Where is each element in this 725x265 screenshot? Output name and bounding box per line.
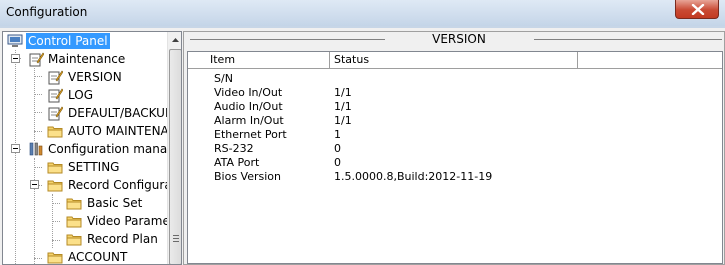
table-row[interactable]: S/N [188, 72, 718, 86]
folder-icon [47, 126, 63, 138]
title-bar[interactable]: Configuration [0, 0, 725, 26]
table-row[interactable]: Ethernet Port 1 [188, 128, 718, 142]
close-icon [691, 4, 705, 15]
notepad-icon [29, 52, 44, 67]
folder-icon [47, 252, 63, 264]
table-row[interactable]: RS-232 0 [188, 142, 718, 156]
window-content: Control Panel Maintenance VERSION LOG DE… [0, 28, 725, 265]
folder-icon [66, 216, 82, 228]
tree-item-label: LOG [68, 88, 94, 102]
tree-item-control-panel[interactable]: Control Panel [3, 32, 169, 50]
status-cell: 0 [334, 142, 341, 155]
tree-item-auto-maintenance[interactable]: AUTO MAINTENAN [3, 122, 178, 140]
folder-icon [66, 198, 82, 210]
status-cell: 1/1 [334, 100, 352, 113]
tree-item-label: AUTO MAINTENAN [68, 124, 178, 138]
scroll-up-button[interactable] [168, 32, 181, 48]
tree-item-label: ACCOUNT [68, 250, 128, 264]
tree-item-video-parameter[interactable]: Video Paramete [3, 212, 181, 230]
tree-item-record-plan[interactable]: Record Plan [3, 230, 169, 248]
collapse-toggle[interactable] [11, 144, 20, 153]
close-button[interactable] [675, 0, 719, 19]
status-cell: 1/1 [334, 86, 352, 99]
tree-item-label: VERSION [68, 70, 122, 84]
status-cell: 1.5.0000.8,Build:2012-11-19 [334, 170, 493, 183]
status-cell: 1 [334, 128, 341, 141]
tree-item-maintenance[interactable]: Maintenance [3, 50, 169, 68]
tree-item-label: Control Panel [26, 33, 110, 49]
tools-icon [29, 142, 43, 156]
table-row[interactable]: Bios Version 1.5.0000.8,Build:2012-11-19 [188, 170, 718, 184]
tree-item-log[interactable]: LOG [3, 86, 169, 104]
tree-item-version[interactable]: VERSION [3, 68, 169, 86]
navigation-tree[interactable]: Control Panel Maintenance VERSION LOG DE… [2, 31, 182, 265]
version-list[interactable]: Item Status S/N Video In/Out 1/1 Audio I… [187, 51, 723, 264]
item-cell: Video In/Out [214, 86, 283, 99]
status-cell: 0 [334, 156, 341, 169]
tree-item-label: Record Configurati [68, 178, 180, 192]
tree-item-account[interactable]: ACCOUNT [3, 248, 169, 264]
tree-item-default-backup[interactable]: DEFAULT/BACKUP [3, 104, 172, 122]
tree-item-label: Record Plan [87, 232, 158, 246]
item-cell: Bios Version [214, 170, 282, 183]
panel-header: VERSION [184, 32, 724, 46]
column-header-status[interactable]: Status [330, 52, 578, 69]
window-title: Configuration [6, 5, 88, 19]
item-cell: ATA Port [214, 156, 260, 169]
table-row[interactable]: Video In/Out 1/1 [188, 86, 718, 100]
tree-item-label: DEFAULT/BACKUP [68, 106, 173, 120]
chevron-up-icon [172, 38, 179, 42]
item-cell: S/N [214, 72, 233, 85]
table-row[interactable]: Alarm In/Out 1/1 [188, 114, 718, 128]
notepad-icon [48, 70, 63, 85]
tree-item-basic-set[interactable]: Basic Set [3, 194, 169, 212]
tree-item-setting[interactable]: SETTING [3, 158, 169, 176]
item-cell: Audio In/Out [214, 100, 283, 113]
monitor-icon [7, 34, 23, 47]
version-panel: VERSION Item Status S/N Video In/Out 1/1… [183, 31, 725, 265]
tree-scrollbar[interactable] [167, 32, 181, 264]
tree-item-record-configuration[interactable]: Record Configurati [3, 176, 180, 194]
item-cell: Alarm In/Out [214, 114, 284, 127]
folder-icon [47, 180, 63, 192]
tree-item-label: SETTING [68, 160, 120, 174]
table-row[interactable]: Audio In/Out 1/1 [188, 100, 718, 114]
collapse-toggle[interactable] [30, 180, 39, 189]
notepad-icon [48, 88, 63, 103]
tree-item-configuration-management[interactable]: Configuration manage [3, 140, 181, 158]
configuration-window: Configuration Control Panel Maintenance … [0, 0, 725, 265]
column-header-filler [578, 52, 722, 69]
scroll-thumb[interactable] [169, 49, 181, 264]
collapse-toggle[interactable] [11, 54, 20, 63]
table-row[interactable]: ATA Port 0 [188, 156, 718, 170]
notepad-icon [48, 106, 63, 121]
tree-item-label: Configuration manage [48, 142, 182, 156]
panel-title: VERSION [432, 32, 486, 46]
folder-icon [47, 162, 63, 174]
tree-item-label: Basic Set [87, 196, 143, 210]
folder-icon [66, 234, 82, 246]
item-cell: RS-232 [214, 142, 254, 155]
status-cell: 1/1 [334, 114, 352, 127]
tree-item-label: Maintenance [48, 52, 126, 66]
item-cell: Ethernet Port [214, 128, 287, 141]
column-header-item[interactable]: Item [188, 52, 330, 69]
